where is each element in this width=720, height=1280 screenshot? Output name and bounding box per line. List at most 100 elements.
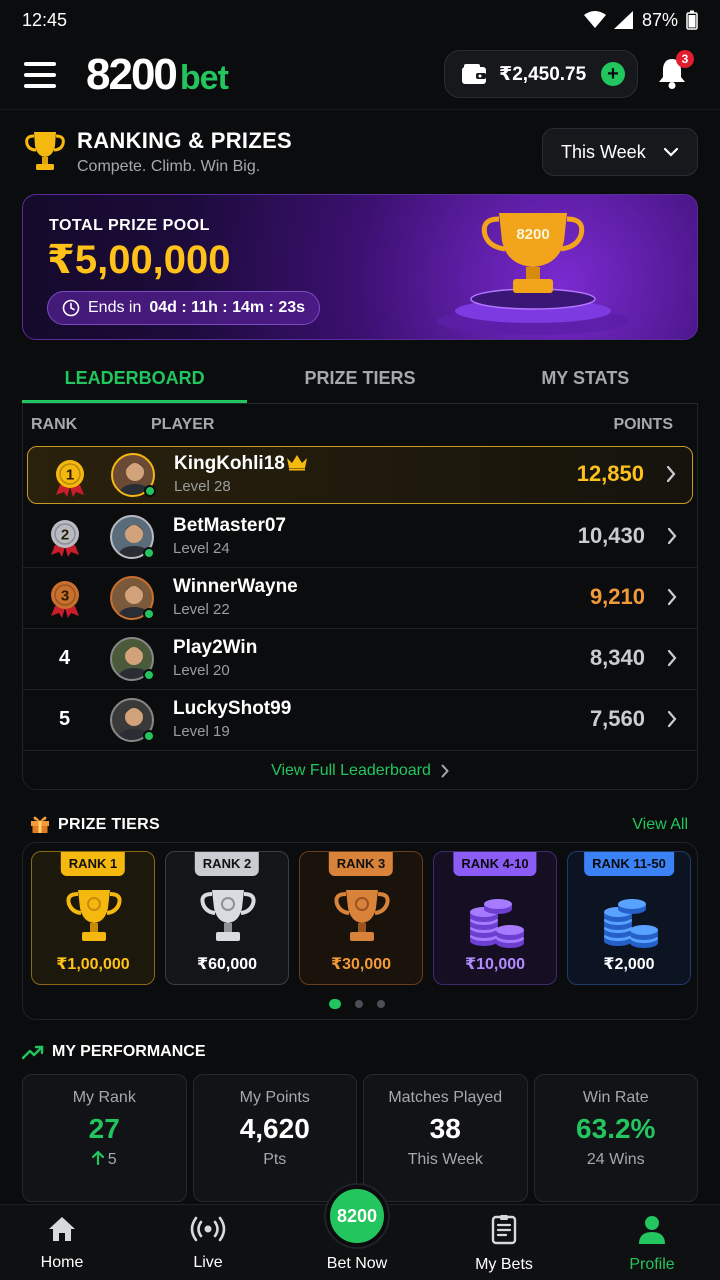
countdown-timer: Ends in 04d : 11h : 14m : 23s: [47, 291, 321, 325]
stat-sub-text: 24 Wins: [586, 1151, 645, 1168]
app-logo[interactable]: 8200 bet: [86, 50, 229, 100]
purple-coins-icon: [466, 886, 526, 953]
leaderboard-row[interactable]: 4 Play2Win Level 20 8,340: [23, 629, 697, 690]
nav-my-bets-label: My Bets: [475, 1256, 533, 1273]
stat-card: My Points 4,620 Pts: [192, 1074, 357, 1202]
prize-tier-card[interactable]: RANK 3 ₹30,000: [299, 851, 423, 985]
stat-sub-text: Pts: [263, 1151, 287, 1168]
rank-medal-icon: 1: [56, 460, 84, 497]
prize-pool-card: TOTAL PRIZE POOL ₹5,00,000 Ends in 04d :…: [22, 194, 698, 340]
prize-tiers-carousel[interactable]: RANK 1 ₹1,00,000 RANK 2 ₹60,000 RANK 3 ₹…: [22, 842, 698, 1020]
trophy-text: 8200: [516, 226, 549, 243]
stat-value: 63.2%: [576, 1113, 656, 1144]
bet-slip-icon: [491, 1215, 517, 1245]
nav-profile[interactable]: Profile: [602, 1215, 702, 1274]
leaderboard-row[interactable]: 2 BetMaster07 Level 24 10,430: [23, 507, 697, 568]
stat-card: Matches Played 38 This Week: [363, 1074, 528, 1202]
nav-live-label: Live: [193, 1254, 223, 1271]
ranking-tabs: LEADERBOARD PRIZE TIERS MY STATS: [22, 356, 698, 404]
nav-home[interactable]: Home: [12, 1215, 112, 1272]
menu-icon[interactable]: [24, 61, 56, 88]
prize-tier-card[interactable]: RANK 11-50 ₹2,000: [567, 851, 691, 985]
wallet-balance: ₹2,450.75: [499, 63, 587, 85]
live-broadcast-icon: [190, 1216, 226, 1242]
prize-tier-card[interactable]: RANK 2 ₹60,000: [165, 851, 289, 985]
wallet-button[interactable]: ₹2,450.75 +: [444, 50, 638, 98]
carousel-dot-active[interactable]: [329, 999, 341, 1009]
prize-tier-card[interactable]: RANK 1 ₹1,00,000: [31, 851, 155, 985]
player-level: Level 28: [174, 478, 231, 495]
leaderboard-row[interactable]: 3 WinnerWayne Level 22 9,210: [23, 568, 697, 629]
column-player: PLAYER: [151, 416, 215, 433]
chevron-right-icon: [666, 465, 676, 483]
nav-live[interactable]: Live: [158, 1215, 258, 1272]
prize-pool-amount: ₹5,00,000: [47, 238, 231, 282]
leaderboard-row[interactable]: 1 KingKohli18 Level 28 12,850: [27, 446, 693, 504]
carousel-dot[interactable]: [355, 1000, 363, 1008]
performance-stats: My Rank 27 5 My Points 4,620 Pts Matches…: [22, 1074, 698, 1202]
tier-rank-label: RANK 4-10: [453, 852, 537, 876]
nav-home-label: Home: [40, 1254, 84, 1271]
bet-now-button[interactable]: 8200: [326, 1185, 388, 1247]
column-points: POINTS: [613, 416, 673, 433]
tab-prize-tiers[interactable]: PRIZE TIERS: [247, 356, 472, 403]
stat-value: 27: [88, 1113, 120, 1144]
stat-sub-text: This Week: [407, 1151, 483, 1168]
crown-icon: [287, 455, 307, 471]
countdown-prefix: Ends in: [88, 299, 142, 316]
arrow-up-icon: [91, 1150, 104, 1166]
add-funds-icon[interactable]: +: [601, 62, 625, 86]
status-bar: 12:45 87%: [0, 0, 720, 40]
tier-rank-label: RANK 3: [328, 852, 394, 876]
view-all-link[interactable]: View All: [632, 816, 688, 834]
rank-number: 5: [59, 708, 71, 730]
leaderboard-header: RANK PLAYER POINTS: [23, 404, 697, 446]
leaderboard-row[interactable]: 5 LuckyShot99 Level 19 7,560: [23, 690, 697, 751]
rank-medal-icon: 2: [51, 520, 79, 557]
prize-pool-label: TOTAL PRIZE POOL: [49, 217, 210, 234]
player-level: Level 22: [173, 601, 230, 618]
player-points: 8,340: [589, 645, 645, 670]
signal-icon: [613, 11, 633, 29]
tier-prize-amount: ₹30,000: [330, 956, 392, 973]
stat-value: 38: [429, 1113, 461, 1144]
stat-sub: 5: [23, 1150, 186, 1169]
bronze-trophy-icon: [332, 886, 392, 953]
tab-leaderboard[interactable]: LEADERBOARD: [22, 356, 248, 403]
player-points: 9,210: [589, 584, 645, 609]
stat-label: Win Rate: [582, 1089, 649, 1106]
nav-profile-label: Profile: [629, 1256, 675, 1273]
tab-my-stats[interactable]: MY STATS: [473, 356, 698, 403]
bet-now-label[interactable]: Bet Now: [307, 1255, 407, 1273]
chevron-right-icon: [441, 764, 449, 778]
player-name: LuckyShot99: [173, 698, 292, 719]
player-level: Level 24: [173, 540, 230, 557]
period-value: This Week: [561, 141, 646, 162]
performance-title: MY PERFORMANCE: [52, 1043, 206, 1060]
ranking-header: RANKING & PRIZES Compete. Climb. Win Big…: [22, 128, 698, 178]
prize-tier-card[interactable]: RANK 4-10 ₹10,000: [433, 851, 557, 985]
online-status-indicator: [143, 608, 155, 620]
player-name: WinnerWayne: [173, 576, 298, 597]
view-full-leaderboard-link[interactable]: View Full Leaderboard: [23, 751, 697, 791]
player-level: Level 20: [173, 662, 230, 679]
profile-icon: [639, 1216, 665, 1244]
player-points: 7,560: [589, 706, 645, 731]
stat-sub: 24 Wins: [535, 1151, 698, 1169]
nav-my-bets[interactable]: My Bets: [454, 1215, 554, 1274]
player-name: Play2Win: [173, 637, 258, 658]
notifications-button[interactable]: 3: [656, 50, 694, 92]
ranking-subtitle: Compete. Climb. Win Big.: [77, 158, 261, 175]
leaderboard-table: RANK PLAYER POINTS 1 KingKohli18 Level 2…: [22, 404, 698, 790]
gift-icon: [31, 816, 49, 833]
online-status-indicator: [143, 669, 155, 681]
bottom-navigation: Home Live 8200 Bet Now My Bets Profile: [0, 1185, 720, 1280]
period-dropdown[interactable]: This Week: [542, 128, 698, 176]
trophy-podium-image: 8200: [437, 213, 629, 335]
trophy-icon: [25, 132, 65, 170]
tier-prize-amount: ₹2,000: [603, 956, 655, 973]
carousel-dot[interactable]: [377, 1000, 385, 1008]
battery-icon: [686, 10, 698, 30]
stat-sub: This Week: [364, 1151, 527, 1169]
app-header: 8200 bet ₹2,450.75 + 3: [0, 40, 720, 110]
